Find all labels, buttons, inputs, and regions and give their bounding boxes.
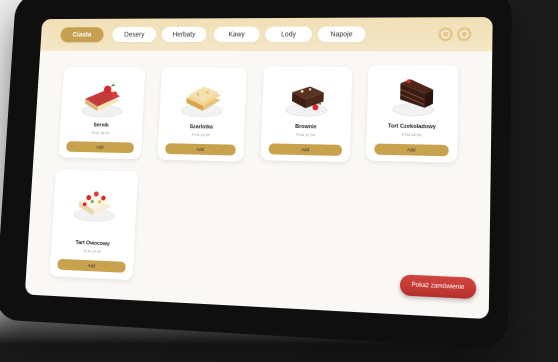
product-card[interactable]: Tort Czekoladowy PLN 18.99 Add [365,65,459,163]
fruit-tart-icon [71,191,119,224]
product-name: Tort Czekoladowy [387,123,436,131]
product-name: Sernik [93,122,109,129]
product-card[interactable]: Tart Owocowy PLN 15.00 Add [49,169,139,281]
product-card[interactable]: Brownie PLN 12.50 Add [260,66,353,163]
tab-desery[interactable]: Desery [112,27,157,43]
add-button[interactable]: Add [374,143,449,157]
user-icon [460,30,469,39]
tablet-device: Ciasta Desery Herbaty Kawy Lody Napoje S… [0,0,512,350]
product-name: Brownie [295,123,317,131]
cheesecake-icon [79,83,127,119]
account-button[interactable] [456,27,472,42]
show-order-button[interactable]: Pokaż zamówienie [399,274,477,300]
product-card[interactable]: Szarlotka PLN 13.00 Add [157,67,247,162]
tab-label: Lody [281,31,296,38]
product-price: PLN 18.99 [401,131,422,138]
tab-label: Ciasta [72,31,92,39]
brownie-icon [282,86,333,120]
tab-herbaty[interactable]: Herbaty [161,26,207,43]
product-price: PLN 13.00 [191,132,211,138]
chocolate-cake-icon [387,79,439,120]
tab-label: Kawy [228,31,245,38]
add-button[interactable]: Add [66,141,135,154]
product-price: PLN 15.00 [83,248,102,254]
category-tab-bar: Ciasta Desery Herbaty Kawy Lody Napoje [40,17,493,52]
product-card[interactable]: Sernik PLN 16.99 Add [58,67,146,160]
app-screen: Ciasta Desery Herbaty Kawy Lody Napoje S… [24,17,493,320]
settings-button[interactable] [438,27,453,42]
tab-label: Herbaty [172,31,196,38]
add-button[interactable]: Add [165,143,236,156]
tab-kawy[interactable]: Kawy [213,26,260,43]
tab-lody[interactable]: Lody [265,26,313,43]
apple-pie-icon [178,86,227,121]
tab-label: Napoje [330,30,353,38]
add-button[interactable]: Add [268,143,343,156]
add-button[interactable]: Add [57,258,126,273]
product-price: PLN 12.50 [296,131,316,138]
tab-napoje[interactable]: Napoje [317,26,366,43]
settings-icon [441,30,450,39]
product-name: Szarlotka [189,124,214,131]
tab-label: Desery [123,31,145,38]
tab-ciasta[interactable]: Ciasta [60,27,104,43]
product-price: PLN 16.99 [91,130,110,136]
